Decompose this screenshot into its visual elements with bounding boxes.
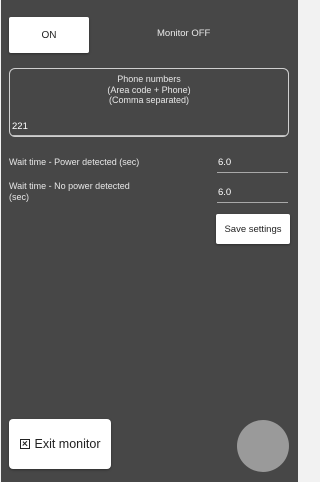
close-box-icon	[19, 439, 30, 449]
phone-label-line-1: Phone numbers	[117, 74, 181, 84]
save-settings-button[interactable]: Save settings	[216, 214, 290, 244]
wait-no-power-label: Wait time - No power detected (sec)	[9, 181, 169, 202]
floating-action-button[interactable]	[237, 420, 289, 472]
monitor-status-label: Monitor OFF	[157, 28, 211, 39]
wait-no-power-label-line-1: Wait time - No power detected	[9, 181, 130, 191]
wait-no-power-input[interactable]	[217, 184, 288, 203]
exit-monitor-label: Exit monitor	[34, 437, 101, 451]
wait-power-detected-input[interactable]	[217, 154, 288, 173]
wait-power-detected-label: Wait time - Power detected (sec)	[9, 157, 140, 167]
phone-numbers-label: Phone numbers (Area code + Phone) (Comma…	[10, 74, 288, 106]
phone-numbers-input[interactable]	[12, 119, 286, 136]
phone-label-line-3: (Comma separated)	[108, 95, 190, 105]
monitor-control-row: ON Monitor OFF	[9, 17, 289, 53]
phone-numbers-field: Phone numbers (Area code + Phone) (Comma…	[9, 68, 289, 137]
exit-monitor-button[interactable]: Exit monitor	[9, 419, 111, 469]
app-screen: ON Monitor OFF Phone numbers (Area code …	[1, 0, 298, 482]
on-button[interactable]: ON	[9, 17, 89, 53]
phone-label-line-2: (Area code + Phone)	[107, 84, 191, 95]
wait-no-power-label-line-2: (sec)	[9, 191, 29, 202]
